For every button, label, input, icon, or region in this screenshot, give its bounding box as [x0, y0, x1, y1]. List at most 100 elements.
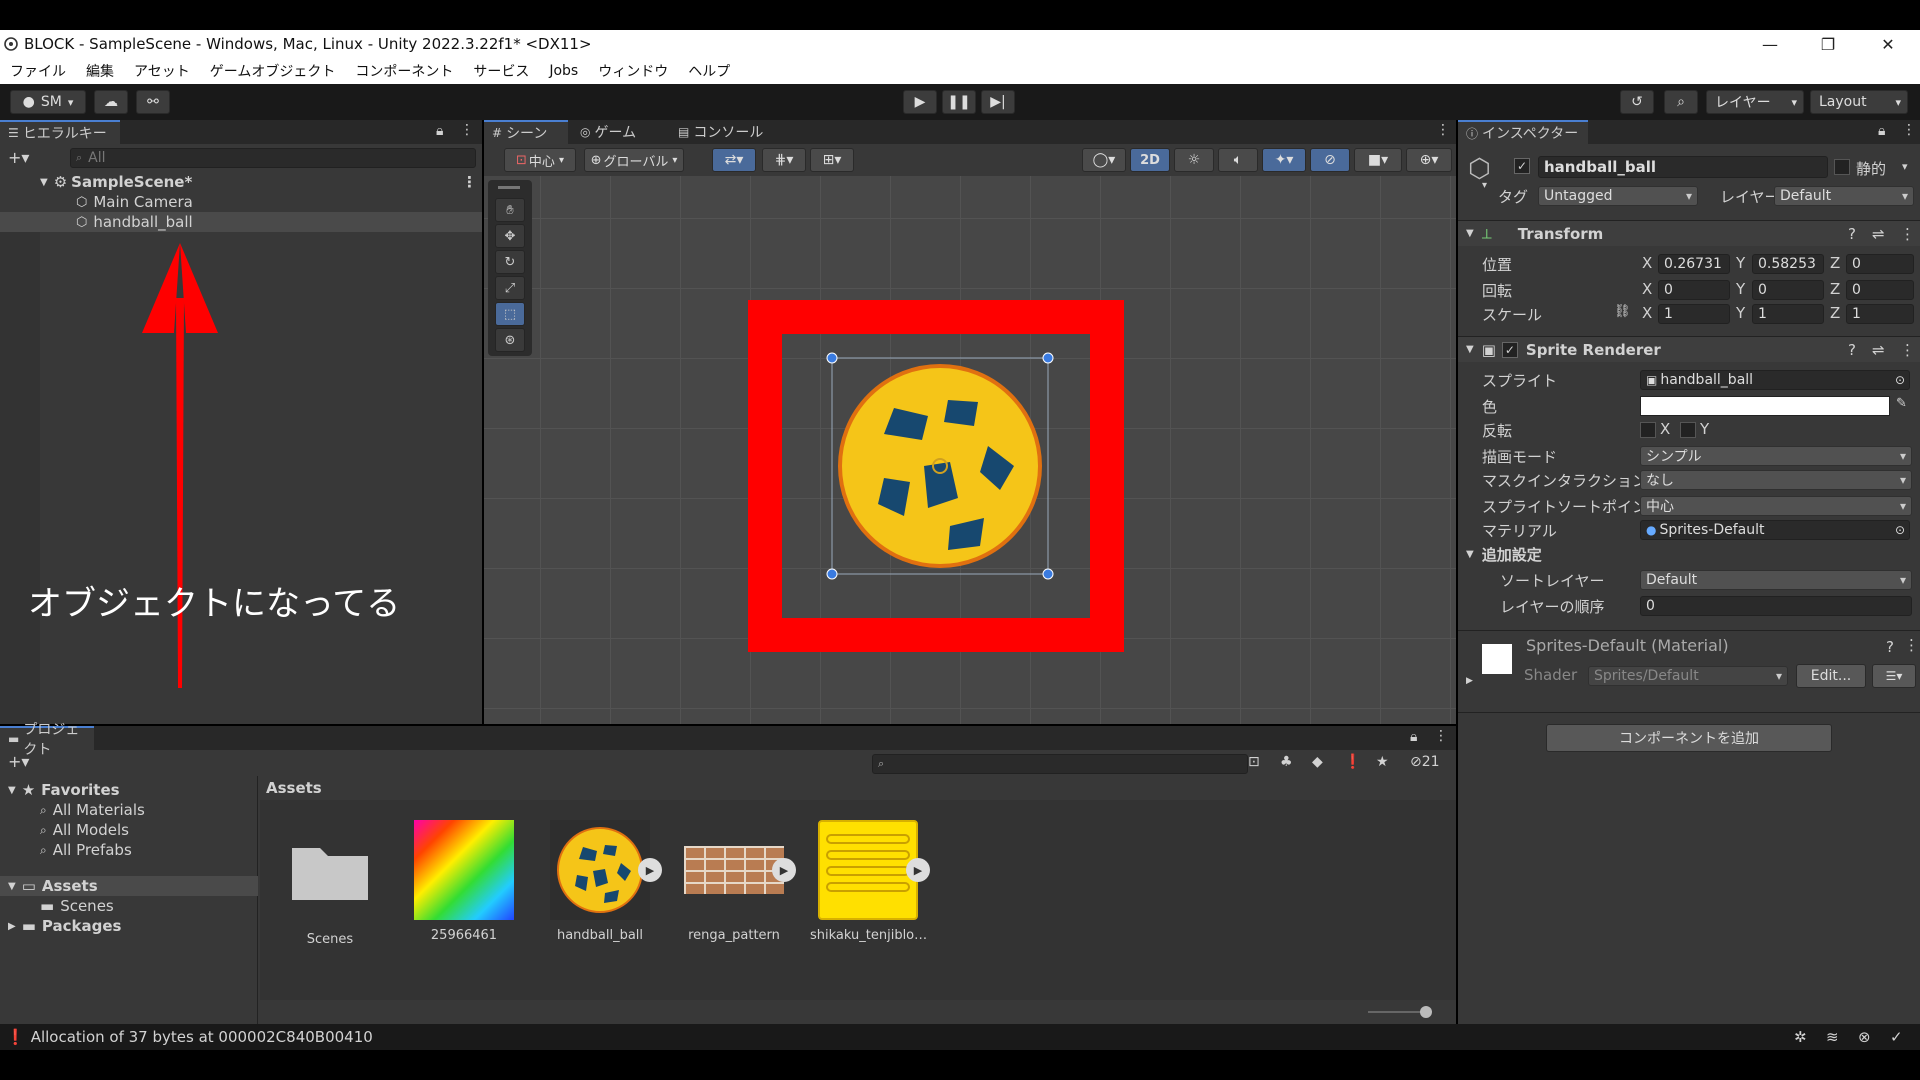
effects-dropdown[interactable]: ✦▾	[1262, 148, 1306, 172]
sort-point-dropdown[interactable]: 中心	[1640, 496, 1912, 516]
menu-component[interactable]: コンポーネント	[345, 61, 463, 81]
visibility-toggle[interactable]: ⊘	[1310, 148, 1350, 172]
expand-subassets-icon[interactable]: ▶	[638, 858, 662, 882]
debug-icon[interactable]: ✲	[1794, 1028, 1807, 1046]
favorite-star-icon[interactable]: ★	[1376, 754, 1389, 770]
lock-icon[interactable]: 🔒︎	[1410, 729, 1417, 745]
more-icon[interactable]: ⋮	[1900, 341, 1915, 359]
tab-project[interactable]: ▬ プロジェクト	[0, 722, 94, 758]
favorites-item[interactable]: ⌕ All Prefabs	[40, 840, 132, 860]
assets-folder[interactable]: ▼ ▭ Assets	[0, 876, 258, 896]
history-button[interactable]: ↺	[1620, 90, 1654, 114]
material-field[interactable]: ● Sprites-Default ⊙	[1640, 520, 1910, 540]
position-z-input[interactable]: 0	[1846, 254, 1914, 274]
menu-gameobject[interactable]: ゲームオブジェクト	[200, 61, 346, 81]
scale-tool-button[interactable]: ⤢	[495, 276, 525, 300]
more-icon[interactable]: ⋮	[1904, 636, 1919, 654]
rotate-tool-button[interactable]: ↻	[495, 250, 525, 274]
resize-handle[interactable]	[1042, 352, 1054, 364]
flip-x-checkbox[interactable]	[1640, 422, 1656, 438]
order-in-layer-input[interactable]: 0	[1640, 596, 1912, 616]
search-by-type-icon[interactable]: ⊡	[1248, 754, 1260, 770]
mode-2d-toggle[interactable]: 2D	[1130, 148, 1170, 172]
pause-button[interactable]: ❚❚	[942, 90, 976, 114]
warning-filter-icon[interactable]: ❗	[1344, 754, 1361, 770]
increment-snap-toggle[interactable]: ⊞▾	[810, 148, 854, 172]
help-icon[interactable]: ?	[1848, 341, 1856, 359]
preset-icon[interactable]: ⇌	[1872, 225, 1885, 243]
menu-help[interactable]: ヘルプ	[678, 61, 740, 81]
maximize-button[interactable]: ❐	[1800, 30, 1856, 58]
layer-dropdown[interactable]: Default	[1774, 186, 1914, 206]
label-icon[interactable]: ◆	[1312, 754, 1323, 770]
hand-tool-button[interactable]: ✋︎	[495, 198, 525, 222]
scale-y-input[interactable]: 1	[1752, 304, 1824, 324]
mask-interaction-dropdown[interactable]: なし	[1640, 470, 1912, 490]
scale-z-input[interactable]: 1	[1846, 304, 1914, 324]
collab-button[interactable]: ⚯	[136, 90, 170, 114]
search-button[interactable]: ⌕	[1664, 90, 1698, 114]
zoom-slider-track[interactable]	[1368, 1011, 1424, 1013]
close-button[interactable]: ✕	[1860, 30, 1916, 58]
rect-tool-button[interactable]: ⬚	[495, 302, 525, 326]
menu-services[interactable]: サービス	[463, 61, 539, 81]
handball-ball-sprite[interactable]	[824, 350, 1054, 580]
transform-header[interactable]: ▼ ⟂ Transform ? ⇌ ⋮	[1458, 220, 1920, 246]
layers-icon[interactable]: ≋	[1826, 1028, 1839, 1046]
lock-icon[interactable]: 🔒︎	[436, 123, 443, 139]
packages-folder[interactable]: ▶ ▬ Packages	[8, 916, 121, 936]
enabled-checkbox[interactable]: ✓	[1501, 341, 1518, 358]
tag-dropdown[interactable]: Untagged	[1538, 186, 1698, 206]
foldout-arrow-icon[interactable]: ▶	[1466, 676, 1473, 686]
menu-edit[interactable]: 編集	[76, 61, 124, 81]
account-button[interactable]: ● SM ▾	[10, 90, 86, 114]
eyedropper-icon[interactable]: ✎	[1896, 396, 1907, 411]
lighting-toggle[interactable]: ☼	[1174, 148, 1214, 172]
asset-item[interactable]: ▶ renga_pattern	[684, 820, 800, 960]
add-button[interactable]: +▾	[8, 148, 29, 167]
object-picker-icon[interactable]: ⊙	[1895, 523, 1905, 537]
help-icon[interactable]: ?	[1848, 225, 1856, 243]
sprite-renderer-header[interactable]: ▼ ▣ ✓ Sprite Renderer ? ⇌ ⋮	[1458, 336, 1920, 362]
more-icon[interactable]: ⋮	[1902, 122, 1916, 138]
filter-type-icon[interactable]: ♣	[1280, 754, 1293, 770]
network-icon[interactable]: ⊗	[1858, 1028, 1871, 1046]
help-icon[interactable]: ?	[1886, 638, 1894, 656]
favorites-item[interactable]: ⌕ All Materials	[40, 800, 145, 820]
static-checkbox[interactable]	[1834, 159, 1850, 175]
scene-row[interactable]: ▼ ⚙ SampleScene* ⋮	[40, 172, 480, 192]
favorites-foldout[interactable]: ▼ ★ Favorites	[8, 780, 120, 800]
drag-handle[interactable]	[498, 186, 520, 189]
tab-game[interactable]: ◎ ゲーム	[572, 120, 644, 144]
snap-toggle[interactable]: ⇄▾	[712, 148, 756, 172]
hierarchy-item-selected[interactable]: ⬡ handball_ball	[0, 212, 482, 232]
gizmos-dropdown[interactable]: ⊕▾	[1406, 148, 1452, 172]
sorting-layer-dropdown[interactable]: Default	[1640, 570, 1912, 590]
asset-item[interactable]: ▶ shikaku_tenjiblo…	[810, 820, 934, 960]
audio-toggle[interactable]: 🔈︎	[1218, 148, 1258, 172]
hidden-packages-toggle[interactable]: ⊘ 21	[1410, 754, 1440, 770]
preset-icon[interactable]: ⇌	[1872, 341, 1885, 359]
hierarchy-search-input[interactable]: ⌕ All	[70, 148, 476, 168]
scene-canvas[interactable]: ✋︎ ✥ ↻ ⤢ ⬚ ⊛	[484, 176, 1456, 724]
draw-mode-dropdown[interactable]: ◯▾	[1082, 148, 1126, 172]
more-icon[interactable]: ⋮	[460, 122, 474, 138]
more-icon[interactable]: ⋮	[1434, 728, 1448, 744]
transform-tool-button[interactable]: ⊛	[495, 328, 525, 352]
menu-window[interactable]: ウィンドウ	[588, 61, 678, 81]
chevron-down-icon[interactable]: ▾	[1482, 180, 1487, 191]
menu-file[interactable]: ファイル	[0, 61, 76, 81]
active-checkbox[interactable]: ✓	[1514, 158, 1530, 174]
object-name-input[interactable]: handball_ball	[1538, 156, 1828, 178]
layers-dropdown[interactable]: レイヤー ▾	[1706, 90, 1804, 114]
asset-subfolder[interactable]: ▬ Scenes	[40, 896, 114, 916]
shader-dropdown[interactable]: Sprites/Default	[1588, 666, 1788, 686]
menu-jobs[interactable]: Jobs	[539, 63, 588, 79]
hierarchy-item[interactable]: ⬡ Main Camera	[76, 192, 193, 212]
position-x-input[interactable]: 0.26731	[1658, 254, 1730, 274]
more-icon[interactable]: ⋮	[1900, 225, 1915, 243]
shader-options-button[interactable]: ☰▾	[1872, 664, 1916, 688]
menu-assets[interactable]: アセット	[124, 61, 200, 81]
step-button[interactable]: ▶|	[981, 90, 1015, 114]
status-message[interactable]: Allocation of 37 bytes at 000002C840B004…	[31, 1028, 373, 1046]
